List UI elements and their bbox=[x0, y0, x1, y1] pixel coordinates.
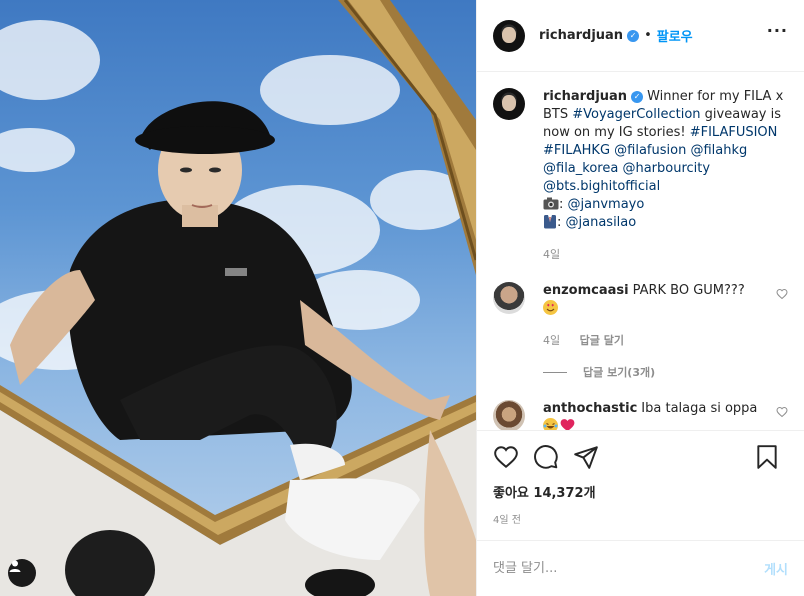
suit-emoji-icon bbox=[544, 215, 556, 229]
separator-dot: • bbox=[644, 28, 652, 43]
post-side-panel: richardjuan ✓ • 팔로우 ··· richardjuan ✓ Winn… bbox=[476, 0, 804, 596]
photo-illustration bbox=[0, 0, 476, 596]
bookmark-icon[interactable] bbox=[754, 444, 780, 470]
instagram-post: richardjuan ✓ • 팔로우 ··· richardjuan ✓ Winn… bbox=[0, 0, 804, 596]
hashtag-link[interactable]: #FILAHKG bbox=[543, 143, 610, 158]
paper-plane-icon[interactable] bbox=[573, 444, 599, 470]
post-photo[interactable] bbox=[0, 0, 476, 596]
comment-item: anthochastic Iba talaga si oppa bbox=[493, 400, 788, 430]
tagged-users-button[interactable] bbox=[8, 559, 36, 587]
verified-badge-icon: ✓ bbox=[631, 91, 644, 103]
commenter-avatar[interactable] bbox=[493, 282, 525, 314]
comment-input[interactable] bbox=[493, 561, 765, 576]
outfit-credit-label: : bbox=[557, 215, 566, 230]
hashtag-link[interactable]: #FILAFUSION bbox=[690, 125, 778, 140]
reply-button[interactable]: 답글 달기 bbox=[580, 334, 624, 347]
hashtag-link[interactable]: #VoyagerCollection bbox=[572, 107, 700, 122]
red-heart-emoji-icon bbox=[560, 419, 575, 430]
commenter-avatar[interactable] bbox=[493, 400, 525, 430]
commenter-username[interactable]: enzomcaasi bbox=[543, 283, 629, 298]
comment-time[interactable]: 4일 bbox=[543, 334, 560, 347]
mention-link[interactable]: @bts.bighitofficial bbox=[543, 179, 660, 194]
view-replies-label: 답글 보기(3개) bbox=[583, 366, 656, 379]
comment-body: anthochastic Iba talaga si oppa bbox=[543, 400, 788, 430]
more-options-icon[interactable]: ··· bbox=[767, 23, 788, 39]
mention-link[interactable]: @janvmayo bbox=[568, 197, 645, 212]
post-actions-bar bbox=[477, 430, 804, 482]
post-header: richardjuan ✓ • 팔로우 ··· bbox=[477, 0, 804, 72]
comment-like-heart-icon[interactable] bbox=[776, 406, 788, 418]
caption-author-avatar[interactable] bbox=[493, 88, 525, 120]
comment-meta: 4일 답글 달기 bbox=[543, 332, 788, 348]
comments-section: richardjuan ✓ Winner for my FILA x BTS #Vo… bbox=[477, 72, 804, 430]
mention-link[interactable]: @janasilao bbox=[566, 215, 637, 230]
comment-text: Iba talaga si oppa bbox=[641, 401, 758, 416]
person-icon bbox=[9, 560, 21, 572]
heart-eyes-emoji-icon bbox=[543, 300, 558, 315]
camera-emoji-icon bbox=[543, 197, 559, 210]
caption-time[interactable]: 4일 bbox=[543, 246, 788, 264]
caption: richardjuan ✓ Winner for my FILA x BTS #Vo… bbox=[493, 88, 788, 264]
commenter-username[interactable]: anthochastic bbox=[543, 401, 637, 416]
likes-count[interactable]: 좋아요 14,372개 bbox=[477, 482, 804, 501]
follow-button[interactable]: 팔로우 bbox=[657, 26, 693, 45]
comment-item: enzomcaasi PARK BO GUM??? 4일 답글 달기 답글 보기(… bbox=[493, 282, 788, 380]
comment-body: enzomcaasi PARK BO GUM??? bbox=[543, 282, 788, 318]
mention-link[interactable]: @harbourcity bbox=[622, 161, 710, 176]
post-comment-button[interactable]: 게시 bbox=[764, 559, 788, 578]
laughing-crying-emoji-icon bbox=[543, 418, 558, 430]
caption-author-username[interactable]: richardjuan bbox=[543, 89, 627, 104]
view-replies-button[interactable]: 답글 보기(3개) bbox=[543, 364, 788, 380]
author-avatar[interactable] bbox=[493, 19, 525, 52]
mention-link[interactable]: @fila_korea bbox=[543, 161, 618, 176]
camera-credit-label: : bbox=[559, 197, 568, 212]
mention-link[interactable]: @filahkg bbox=[690, 143, 747, 158]
author-username[interactable]: richardjuan bbox=[539, 28, 623, 43]
add-comment-bar: 게시 bbox=[477, 540, 804, 596]
comment-bubble-icon[interactable] bbox=[533, 444, 559, 470]
caption-body: richardjuan ✓ Winner for my FILA x BTS #Vo… bbox=[543, 88, 788, 264]
comment-text: PARK BO GUM??? bbox=[632, 283, 745, 298]
mention-link[interactable]: @filafusion bbox=[614, 143, 686, 158]
verified-badge-icon: ✓ bbox=[627, 29, 640, 42]
post-timestamp[interactable]: 4일 전 bbox=[477, 501, 804, 526]
replies-divider-line bbox=[543, 371, 567, 373]
comment-like-heart-icon[interactable] bbox=[776, 288, 788, 300]
heart-outline-icon[interactable] bbox=[493, 444, 519, 470]
